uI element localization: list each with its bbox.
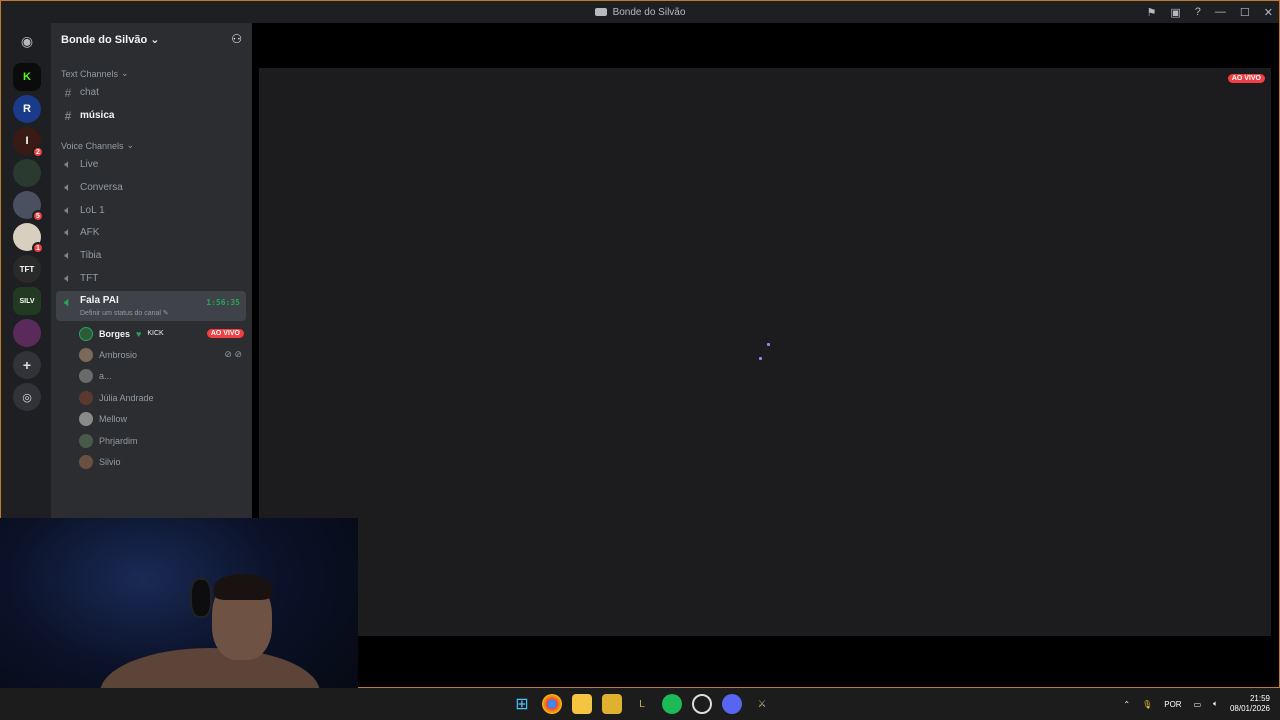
server-icon-tft[interactable]: TFT (13, 255, 41, 283)
file-explorer-icon[interactable] (572, 694, 592, 714)
voice-user[interactable]: Borges ♥ KICK AO VIVO (79, 324, 244, 343)
server-list: ◉ K R I 2 5 1 TFT SILV + ◎ (1, 23, 51, 521)
avatar (79, 454, 93, 469)
server-icon-circle[interactable] (13, 319, 41, 347)
taskbar: ⊞ L ⚔ ⌃ 🎙︎ POR ▭ 🔈︎ 21:59 08/01/2026 (0, 688, 1280, 720)
app-icon-yellow[interactable] (602, 694, 622, 714)
windows-start-icon[interactable]: ⊞ (512, 694, 532, 714)
voice-user[interactable]: Júlia Andrade (79, 388, 244, 407)
discover-icon[interactable]: ◎ (13, 383, 41, 411)
close-icon[interactable]: ✕ (1264, 6, 1273, 19)
voice-channel-fala-pai[interactable]: 🔈︎ Fala PAI Definir um status do canal ✎… (56, 291, 246, 321)
voice-channel-lol1[interactable]: 🔈︎ LoL 1 (56, 200, 246, 221)
server-icon-5[interactable]: 5 (13, 191, 44, 222)
mention-badge: 5 (32, 210, 44, 222)
muted-deafened-icons: ⊘ ⊘ (224, 349, 242, 359)
discord-home-icon[interactable]: ◉ (13, 27, 41, 55)
speaker-icon: 🔈︎ (64, 295, 72, 309)
discord-icon[interactable] (722, 694, 742, 714)
system-tray: ⌃ 🎙︎ POR ▭ 🔈︎ 21:59 08/01/2026 (1123, 688, 1270, 720)
chrome-icon[interactable] (542, 694, 562, 714)
speaker-icon: 🔈︎ (64, 180, 72, 194)
avatar (79, 411, 93, 426)
voice-user[interactable]: a... (79, 366, 244, 385)
hash-icon: # (64, 85, 72, 100)
obs-icon[interactable] (692, 694, 712, 714)
league-client-icon[interactable]: ⚔ (752, 694, 772, 714)
voice-user[interactable]: Mellow (79, 409, 244, 428)
help-icon[interactable]: ? (1195, 6, 1201, 18)
avatar (79, 347, 93, 362)
voice-channel-tft[interactable]: 🔈︎ TFT (56, 268, 246, 289)
maximize-icon[interactable]: ☐ (1240, 6, 1250, 19)
clock[interactable]: 21:59 08/01/2026 (1230, 694, 1270, 714)
title-bar: Bonde do Silvão ⚑ ▣ ? — ☐ ✕ (1, 1, 1279, 23)
chevron-up-icon[interactable]: ⌃ (1123, 700, 1130, 709)
mention-badge: 2 (32, 146, 44, 158)
channel-chat[interactable]: # chat (56, 82, 246, 103)
server-icon-3[interactable]: I 2 (13, 127, 44, 158)
headset-icon (190, 578, 212, 618)
live-badge: AO VIVO (206, 329, 244, 338)
server-icon-silvao[interactable]: SILV (13, 287, 41, 315)
add-server-icon[interactable]: + (13, 351, 41, 379)
heart-icon: ♥ (136, 328, 142, 339)
voice-user[interactable]: Phrjardim (79, 431, 244, 450)
server-icon-r[interactable]: R (13, 95, 41, 123)
live-badge: AO VIVO (1227, 74, 1265, 83)
server-name: Bonde do Silvão (61, 33, 148, 46)
voice-user[interactable]: Silvio (79, 452, 244, 471)
network-icon[interactable]: ▭ (1194, 700, 1202, 709)
speaker-icon: 🔈︎ (64, 157, 72, 171)
avatar (79, 326, 93, 341)
server-icon-k[interactable]: K (13, 63, 41, 91)
server-icon-6[interactable]: 1 (13, 223, 44, 254)
invite-people-icon[interactable]: ⚇ (231, 32, 242, 46)
stream-viewer[interactable]: AO VIVO (259, 68, 1271, 636)
voice-user[interactable]: Ambrosio ⊘ ⊘ (79, 345, 244, 364)
server-header[interactable]: Bonde do Silvão ⌄ ⚇ (51, 23, 252, 55)
channel-status[interactable]: Definir um status do canal ✎ (80, 309, 169, 317)
window-title: Bonde do Silvão (594, 7, 685, 18)
chevron-down-icon: ⌄ (150, 33, 160, 46)
mention-badge: 1 (32, 242, 44, 254)
loading-spinner (759, 343, 771, 361)
speaker-icon: 🔈︎ (64, 225, 72, 239)
flag-icon[interactable]: ⚑ (1147, 6, 1157, 19)
speaker-icon: 🔈︎ (64, 271, 72, 285)
avatar (79, 368, 93, 383)
minimize-icon[interactable]: — (1215, 6, 1226, 18)
voice-channel-afk[interactable]: 🔈︎ AFK (56, 222, 246, 243)
channel-musica[interactable]: # música (56, 105, 246, 126)
language-indicator[interactable]: POR (1164, 700, 1181, 709)
voice-channel-tibia[interactable]: 🔈︎ Tibia (56, 245, 246, 266)
person-hair (214, 574, 272, 600)
voice-timer: 1:56:35 (206, 298, 240, 307)
channel-sidebar: Bonde do Silvão ⌄ ⚇ Text Channels ⌄ # chat… (51, 23, 252, 521)
speaker-icon: 🔈︎ (64, 203, 72, 217)
taskbar-apps: ⊞ L ⚔ (512, 694, 772, 714)
inbox-icon[interactable]: ▣ (1170, 6, 1180, 19)
voice-channel-conversa[interactable]: 🔈︎ Conversa (56, 177, 246, 198)
avatar (79, 390, 93, 405)
voice-channel-live[interactable]: 🔈︎ Live (56, 154, 246, 175)
server-icon-small (594, 8, 607, 16)
category-voice-channels[interactable]: Voice Channels ⌄ (61, 140, 134, 151)
microphone-icon[interactable]: 🎙︎ (1142, 700, 1152, 709)
league-icon[interactable]: L (632, 694, 652, 714)
spotify-icon[interactable] (662, 694, 682, 714)
volume-icon[interactable]: 🔈︎ (1213, 699, 1218, 709)
avatar (79, 433, 93, 448)
hash-icon: # (64, 108, 72, 123)
chevron-down-icon: ⌄ (121, 68, 129, 78)
chevron-down-icon: ⌄ (126, 140, 135, 150)
window-controls: ⚑ ▣ ? — ☐ ✕ (1147, 1, 1274, 23)
category-text-channels[interactable]: Text Channels ⌄ (61, 68, 129, 79)
server-icon-4[interactable] (13, 159, 41, 187)
speaker-icon: 🔈︎ (64, 248, 72, 262)
